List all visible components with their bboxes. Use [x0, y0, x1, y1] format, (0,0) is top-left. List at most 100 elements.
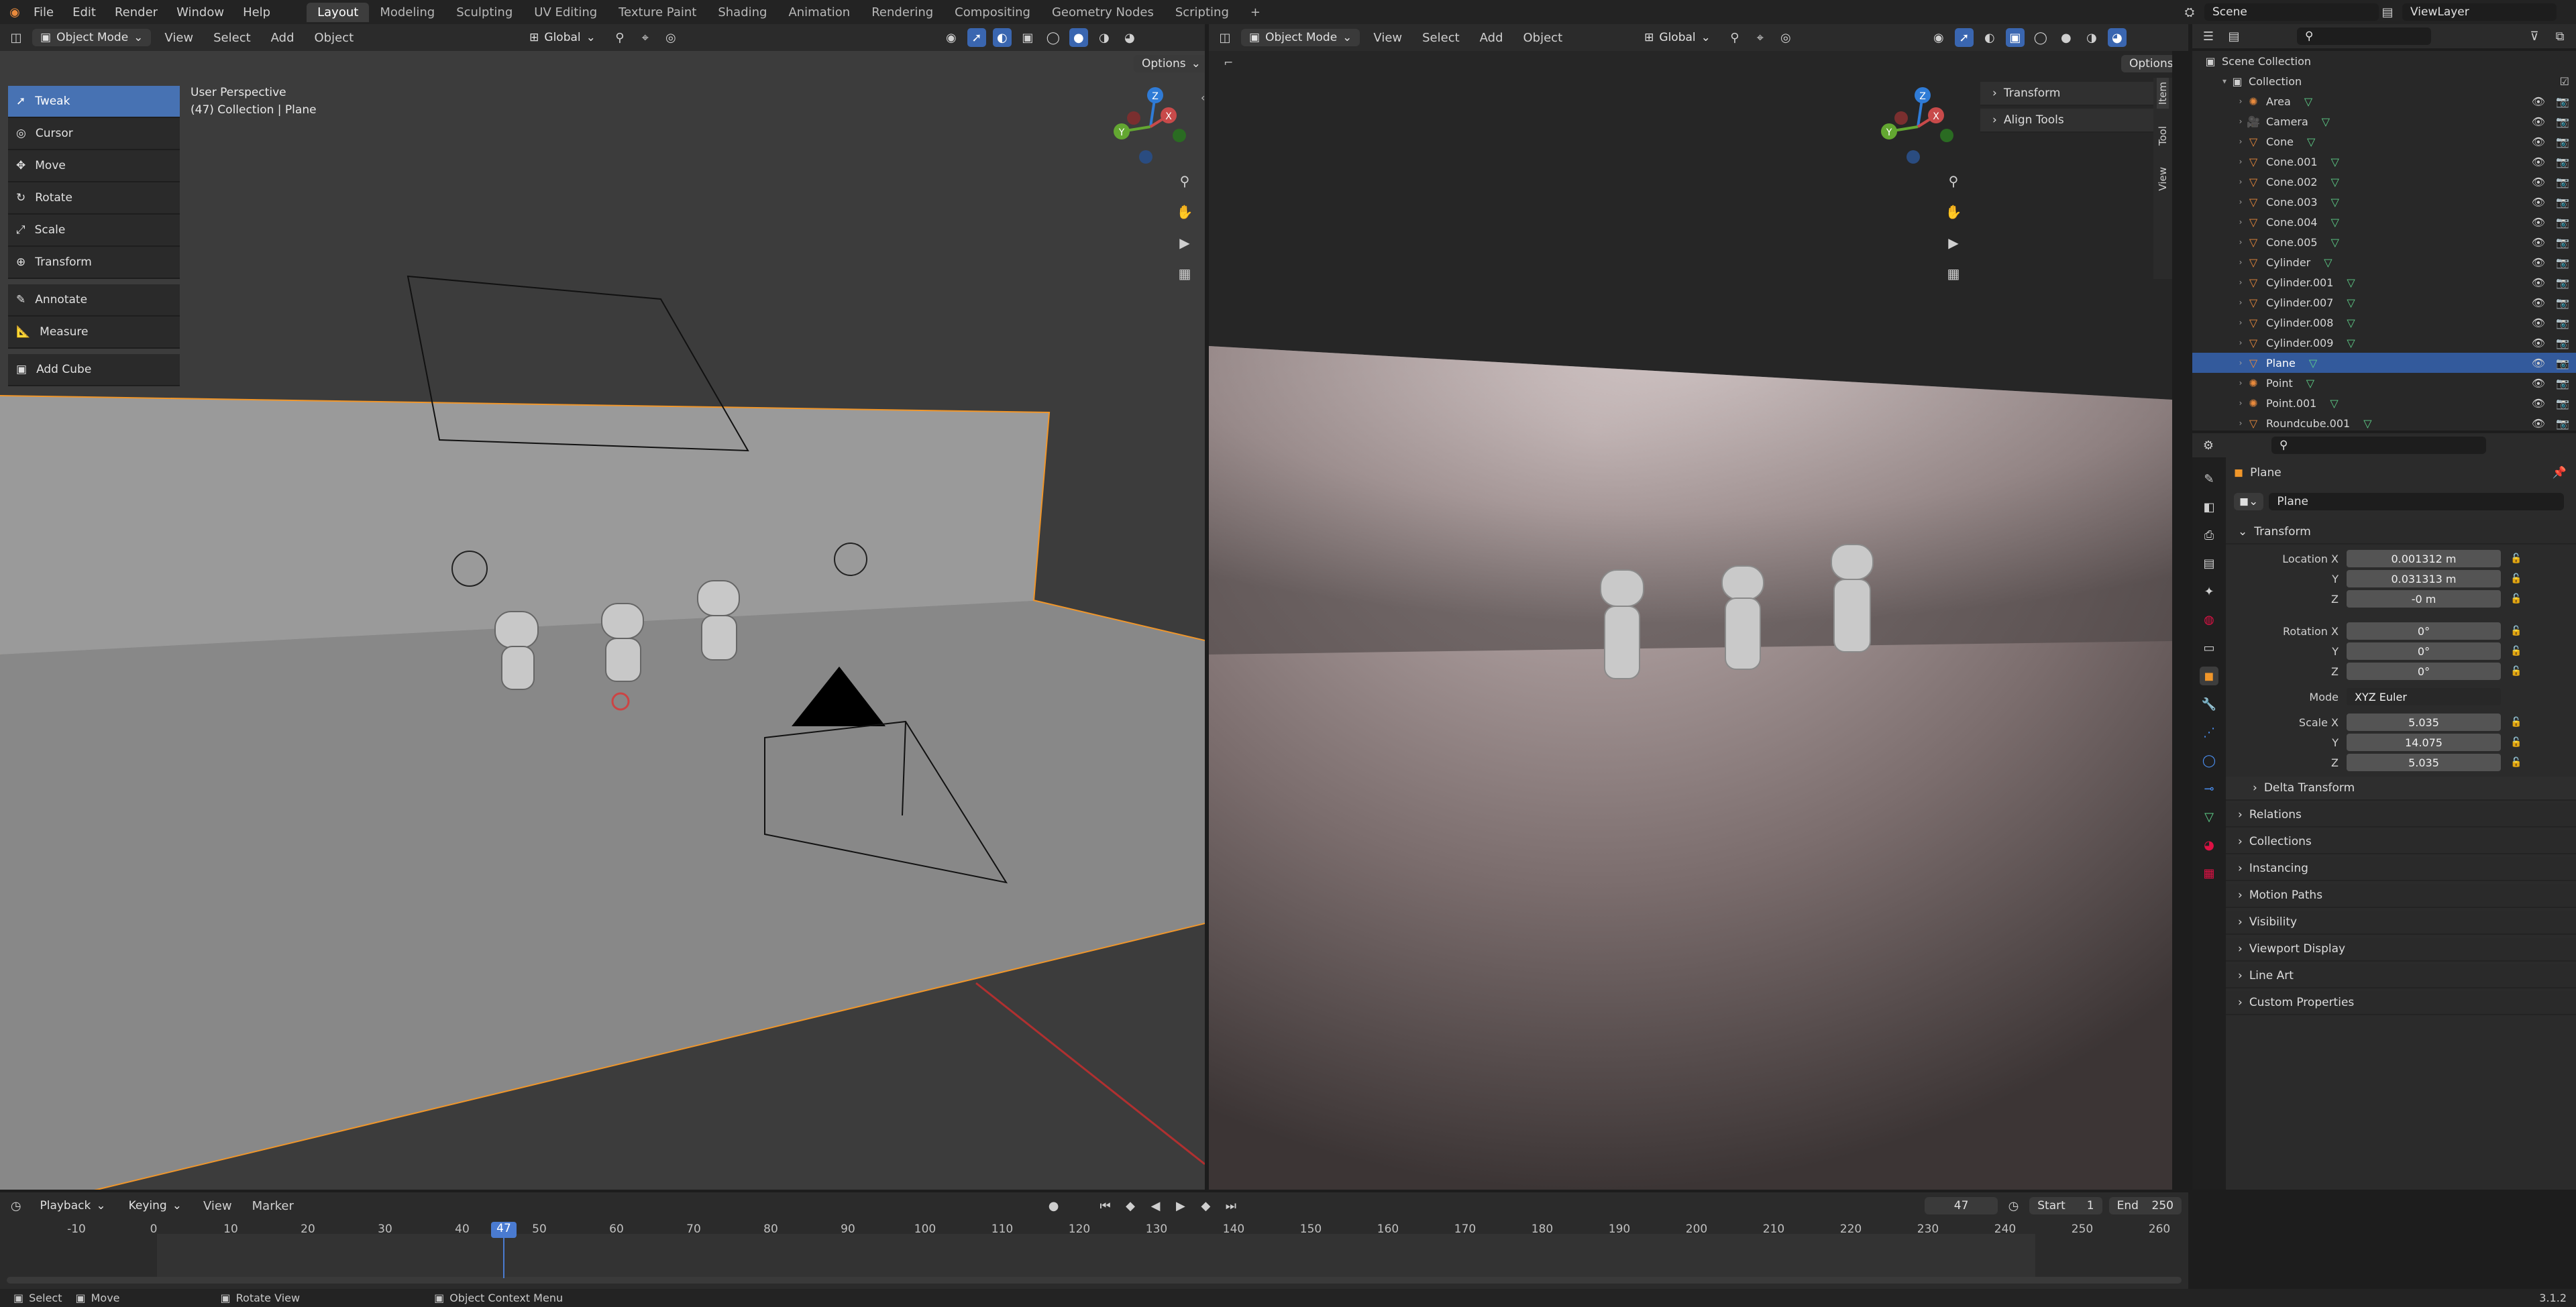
eye-icon[interactable]: 👁 — [2532, 176, 2545, 188]
lock-icon[interactable]: 🔓 — [2510, 626, 2522, 636]
tab-layout[interactable]: Layout — [307, 2, 370, 22]
render-camera-icon[interactable]: 📷 — [2556, 95, 2569, 108]
menu-help[interactable]: Help — [233, 5, 280, 19]
outliner-item[interactable]: › ▽ Cylinder.001 ▽ 👁 📷 — [2192, 272, 2576, 292]
overlay-toggle-icon[interactable]: ◐ — [1980, 28, 1999, 47]
delta-transform-panel[interactable]: › Delta Transform — [2226, 777, 2576, 801]
eye-icon[interactable]: 👁 — [2532, 337, 2545, 349]
outliner-item[interactable]: › ▽ Cylinder.008 ▽ 👁 📷 — [2192, 312, 2576, 333]
tool-rotate[interactable]: ↻ Rotate — [8, 182, 180, 215]
render-camera-icon[interactable]: 📷 — [2556, 377, 2569, 390]
render-camera-icon[interactable]: 📷 — [2556, 236, 2569, 249]
expand-icon[interactable]: › — [2235, 137, 2246, 146]
collection-props-icon[interactable]: ▭ — [2200, 638, 2218, 657]
expand-icon[interactable]: › — [2235, 398, 2246, 408]
property-panel-viewport-display[interactable]: › Viewport Display — [2226, 937, 2576, 962]
proportional-edit-icon[interactable]: ◎ — [1776, 28, 1795, 47]
editor-type-icon[interactable]: ◫ — [7, 28, 25, 47]
jump-end-icon[interactable]: ⏭ — [1222, 1196, 1240, 1215]
rotation-z-field[interactable]: 0° — [2347, 663, 2501, 680]
outliner-collection[interactable]: ▾ ▣ Collection ☑ — [2192, 71, 2576, 91]
location-z-field[interactable]: -0 m — [2347, 590, 2501, 608]
editor-type-icon[interactable]: ◫ — [1216, 28, 1234, 47]
tab-uv-editing[interactable]: UV Editing — [523, 3, 608, 22]
outliner-item[interactable]: › ▽ Cylinder.007 ▽ 👁 📷 — [2192, 292, 2576, 312]
tab-scripting[interactable]: Scripting — [1165, 3, 1240, 22]
outliner-item[interactable]: › ▽ Cone ▽ 👁 📷 — [2192, 131, 2576, 152]
eye-icon[interactable]: 👁 — [2532, 317, 2545, 329]
gizmo-toggle-icon[interactable]: ➚ — [1954, 28, 1974, 47]
menu-object[interactable]: Object — [308, 31, 361, 45]
lock-icon[interactable]: 🔓 — [2510, 593, 2522, 604]
render-props-icon[interactable]: ◧ — [2200, 498, 2218, 516]
tool-add-cube[interactable]: ▣ Add Cube — [8, 354, 180, 386]
rotation-mode-dropdown[interactable]: XYZ Euler — [2347, 688, 2501, 705]
pivot-icon[interactable]: ⚲ — [610, 28, 629, 47]
menu-render[interactable]: Render — [105, 5, 167, 19]
texture-props-icon[interactable]: ▦ — [2200, 864, 2218, 883]
tab-modeling[interactable]: Modeling — [369, 3, 445, 22]
render-camera-icon[interactable]: 📷 — [2556, 276, 2569, 289]
tool-cursor[interactable]: ◎ Cursor — [8, 118, 180, 150]
expand-icon[interactable]: › — [2235, 217, 2246, 227]
lock-icon[interactable]: 🔓 — [2510, 757, 2522, 768]
timeline-menu-view[interactable]: View — [197, 1199, 239, 1213]
blender-logo-icon[interactable]: ◉ — [5, 3, 24, 21]
eye-icon[interactable]: 👁 — [2532, 417, 2545, 430]
scene-field[interactable]: Scene — [2204, 3, 2379, 21]
property-panel-visibility[interactable]: › Visibility — [2226, 911, 2576, 935]
eye-icon[interactable]: 👁 — [2532, 156, 2545, 168]
jump-keyframe-back-icon[interactable]: ◆ — [1121, 1196, 1139, 1215]
property-panel-relations[interactable]: › Relations — [2226, 803, 2576, 828]
world-props-icon[interactable]: ◍ — [2200, 610, 2218, 629]
outliner-item[interactable]: › ▽ Cylinder.009 ▽ 👁 📷 — [2192, 333, 2576, 353]
location-x-field[interactable]: 0.001312 m — [2347, 550, 2501, 567]
editor-type-icon[interactable]: ☰ — [2199, 27, 2218, 46]
tool-measure[interactable]: 📐 Measure — [8, 317, 180, 349]
eye-icon[interactable]: 👁 — [2532, 236, 2545, 249]
outliner-scene-collection[interactable]: ▣ Scene Collection — [2192, 51, 2576, 71]
timeline-menu-marker[interactable]: Marker — [246, 1199, 301, 1213]
outliner-item[interactable]: › ▽ Plane ▽ 👁 📷 — [2192, 353, 2576, 373]
rendered-shading-icon[interactable]: ◕ — [2107, 28, 2127, 47]
material-shading-icon[interactable]: ◑ — [1095, 28, 1114, 47]
tool-transform[interactable]: ⊕ Transform — [8, 247, 180, 279]
xray-icon[interactable]: ▣ — [1018, 28, 1037, 47]
outliner-search-input[interactable]: ⚲ — [2297, 27, 2431, 45]
expand-icon[interactable]: › — [2235, 338, 2246, 347]
wireframe-shading-icon[interactable]: ◯ — [1044, 28, 1063, 47]
ortho-grid-icon[interactable]: ▦ — [1171, 260, 1198, 287]
expand-icon[interactable]: › — [2235, 157, 2246, 166]
collapse-icon[interactable]: ▾ — [2219, 76, 2230, 86]
rotation-y-field[interactable]: 0° — [2347, 642, 2501, 660]
tab-texture-paint[interactable]: Texture Paint — [608, 3, 707, 22]
constraint-props-icon[interactable]: ⊸ — [2200, 779, 2218, 798]
view-layer-field[interactable]: ViewLayer — [2402, 3, 2557, 21]
lock-icon[interactable]: 🔓 — [2510, 573, 2522, 584]
tab-sculpting[interactable]: Sculpting — [445, 3, 523, 22]
property-panel-custom-properties[interactable]: › Custom Properties — [2226, 991, 2576, 1015]
outliner-item[interactable]: › ▽ Cone.004 ▽ 👁 📷 — [2192, 212, 2576, 232]
add-workspace-button[interactable]: + — [1240, 3, 1271, 22]
render-camera-icon[interactable]: 📷 — [2556, 216, 2569, 229]
lock-icon[interactable]: 🔓 — [2510, 666, 2522, 677]
eye-icon[interactable]: 👁 — [2532, 276, 2545, 289]
data-props-icon[interactable]: ▽ — [2200, 807, 2218, 826]
menu-object[interactable]: Object — [1517, 31, 1570, 45]
property-panel-motion-paths[interactable]: › Motion Paths — [2226, 884, 2576, 908]
menu-select[interactable]: Select — [207, 31, 258, 45]
eye-icon[interactable]: 👁 — [2532, 216, 2545, 229]
right-options-dropdown[interactable]: Options⌄ — [2121, 55, 2172, 72]
eye-icon[interactable]: 👁 — [2532, 95, 2545, 108]
eye-icon[interactable]: 👁 — [2532, 357, 2545, 370]
menu-select[interactable]: Select — [1415, 31, 1466, 45]
expand-icon[interactable]: › — [2235, 258, 2246, 267]
expand-icon[interactable]: › — [2235, 177, 2246, 186]
tab-rendering[interactable]: Rendering — [861, 3, 944, 22]
outliner-item[interactable]: › ✺ Point.001 ▽ 👁 📷 — [2192, 393, 2576, 413]
pivot-icon[interactable]: ⚲ — [1725, 28, 1744, 47]
pan-hand-icon[interactable]: ✋ — [1171, 198, 1198, 225]
outliner-item[interactable]: › ▽ Cone.001 ▽ 👁 📷 — [2192, 152, 2576, 172]
lock-icon[interactable]: 🔓 — [2510, 553, 2522, 564]
expand-icon[interactable]: › — [2235, 117, 2246, 126]
